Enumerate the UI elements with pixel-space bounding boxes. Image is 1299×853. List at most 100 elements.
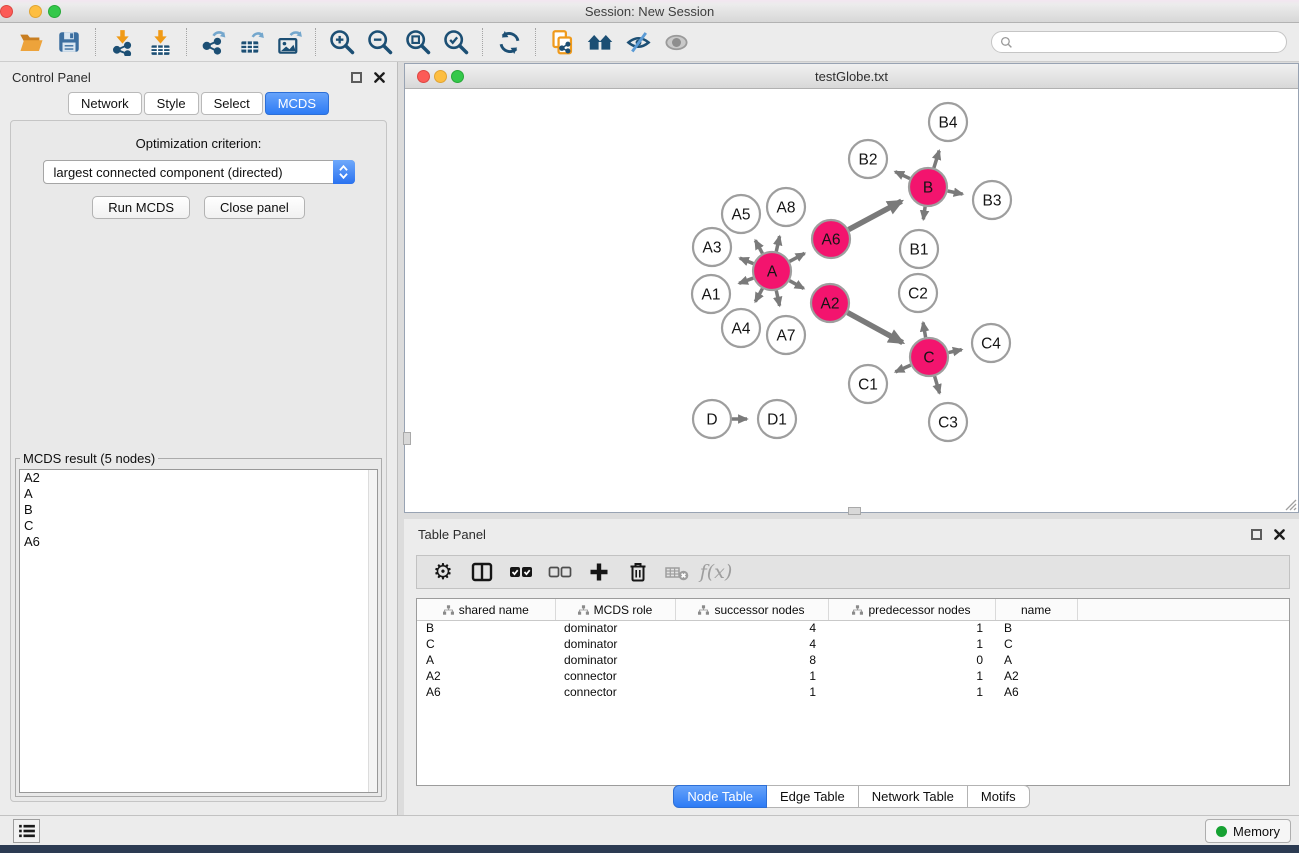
tab-network-table[interactable]: Network Table — [859, 785, 968, 808]
column-layout-button[interactable] — [464, 557, 500, 587]
refresh-layout-button[interactable] — [490, 27, 528, 57]
table-cell-shared-name[interactable]: B — [417, 620, 555, 636]
graph-edge-A-A3[interactable] — [740, 258, 754, 263]
graph-edge-A-A2[interactable] — [790, 281, 804, 289]
graph-node-A1[interactable]: A1 — [692, 275, 730, 313]
graph-edge-A-A5[interactable] — [755, 240, 762, 253]
graph-edge-B-B4[interactable] — [934, 151, 939, 168]
export-table-button[interactable] — [232, 27, 270, 57]
table-cell-mcds-role[interactable]: dominator — [555, 652, 675, 668]
close-traffic-light[interactable] — [0, 5, 13, 18]
graph-node-A4[interactable]: A4 — [722, 309, 760, 347]
graph-edge-A-A1[interactable] — [739, 278, 753, 283]
graph-edge-C-C1[interactable] — [895, 365, 910, 372]
resize-grip-icon[interactable] — [1283, 497, 1297, 511]
graph-node-B3[interactable]: B3 — [973, 181, 1011, 219]
table-cell-name[interactable]: A2 — [995, 668, 1077, 684]
import-network-button[interactable] — [103, 27, 141, 57]
column-header-name[interactable]: name — [995, 599, 1077, 620]
graph-node-A6[interactable]: A6 — [812, 220, 850, 258]
table-cell-name[interactable]: A — [995, 652, 1077, 668]
tab-motifs[interactable]: Motifs — [968, 785, 1030, 808]
graph-edge-A2-C[interactable] — [848, 313, 903, 343]
graph-node-B[interactable]: B — [909, 168, 947, 206]
graph-node-B1[interactable]: B1 — [900, 230, 938, 268]
export-network-button[interactable] — [194, 27, 232, 57]
minimize-traffic-light[interactable] — [29, 5, 42, 18]
network-graph[interactable]: B4B2BB3A8A5A6A3B1AA1C2A2A4A7C4CC1C3DD1 — [405, 90, 1298, 512]
graph-node-B4[interactable]: B4 — [929, 103, 967, 141]
graph-edge-C-C4[interactable] — [949, 350, 962, 353]
graph-node-A5[interactable]: A5 — [722, 195, 760, 233]
mcds-result-item[interactable]: A2 — [20, 470, 377, 486]
table-row[interactable]: A2connector11A2 — [417, 668, 1289, 684]
mcds-result-item[interactable]: C — [20, 518, 377, 534]
table-cell-mcds-role[interactable]: connector — [555, 668, 675, 684]
table-cell-predecessor-nodes[interactable]: 1 — [828, 620, 995, 636]
graph-node-A[interactable]: A — [753, 252, 791, 290]
run-mcds-button[interactable]: Run MCDS — [92, 196, 190, 219]
table-cell-mcds-role[interactable]: connector — [555, 684, 675, 700]
table-cell-successor-nodes[interactable]: 4 — [675, 620, 828, 636]
graph-edge-B-B1[interactable] — [923, 207, 925, 220]
splitter-handle-left[interactable] — [403, 432, 411, 445]
graph-node-C[interactable]: C — [910, 338, 948, 376]
column-header-predecessor-nodes[interactable]: predecessor nodes — [828, 599, 995, 620]
import-table-button[interactable] — [141, 27, 179, 57]
zoom-traffic-light[interactable] — [48, 5, 61, 18]
close-panel-button[interactable]: Close panel — [204, 196, 305, 219]
save-session-button[interactable] — [50, 27, 88, 57]
graph-edge-B-B2[interactable] — [895, 172, 910, 179]
table-settings-button[interactable]: ⚙ — [425, 557, 461, 587]
graph-node-A2[interactable]: A2 — [811, 284, 849, 322]
graph-node-B2[interactable]: B2 — [849, 140, 887, 178]
function-builder-button[interactable]: f(x) — [698, 557, 734, 587]
search-input[interactable] — [1018, 35, 1278, 50]
delete-columns-button[interactable] — [620, 557, 656, 587]
tab-mcds[interactable]: MCDS — [265, 92, 329, 115]
table-cell-successor-nodes[interactable]: 4 — [675, 636, 828, 652]
show-task-history-button[interactable] — [13, 819, 40, 843]
zoom-out-button[interactable] — [361, 27, 399, 57]
deselect-all-columns-button[interactable] — [542, 557, 578, 587]
mcds-result-item[interactable]: A6 — [20, 534, 377, 550]
graph-edge-A6-B[interactable] — [849, 201, 902, 229]
tab-style[interactable]: Style — [144, 92, 199, 115]
duplicate-network-button[interactable] — [543, 27, 581, 57]
graph-node-D[interactable]: D — [693, 400, 731, 438]
table-row[interactable]: A6connector11A6 — [417, 684, 1289, 700]
table-cell-shared-name[interactable]: A2 — [417, 668, 555, 684]
tab-edge-table[interactable]: Edge Table — [767, 785, 859, 808]
table-cell-predecessor-nodes[interactable]: 0 — [828, 652, 995, 668]
table-cell-shared-name[interactable]: C — [417, 636, 555, 652]
close-panel-icon[interactable] — [374, 72, 385, 83]
tab-select[interactable]: Select — [201, 92, 263, 115]
tab-node-table[interactable]: Node Table — [673, 785, 767, 808]
home-button[interactable] — [581, 27, 619, 57]
graph-edge-A-A6[interactable] — [790, 253, 805, 261]
column-header-successor-nodes[interactable]: successor nodes — [675, 599, 828, 620]
network-canvas[interactable]: B4B2BB3A8A5A6A3B1AA1C2A2A4A7C4CC1C3DD1 — [405, 90, 1298, 512]
zoom-fit-button[interactable] — [399, 27, 437, 57]
export-image-button[interactable] — [270, 27, 308, 57]
table-close-panel-icon[interactable] — [1274, 529, 1285, 540]
graph-node-A8[interactable]: A8 — [767, 188, 805, 226]
table-cell-shared-name[interactable]: A6 — [417, 684, 555, 700]
graph-edge-A-A8[interactable] — [776, 236, 779, 251]
result-scrollbar[interactable] — [368, 470, 377, 792]
zoom-selected-button[interactable] — [437, 27, 475, 57]
table-cell-successor-nodes[interactable]: 8 — [675, 652, 828, 668]
table-cell-name[interactable]: A6 — [995, 684, 1077, 700]
graph-edge-A-A4[interactable] — [755, 289, 762, 302]
table-cell-shared-name[interactable]: A — [417, 652, 555, 668]
select-all-columns-button[interactable] — [503, 557, 539, 587]
graph-node-C1[interactable]: C1 — [849, 365, 887, 403]
graph-edge-C-C3[interactable] — [935, 376, 940, 393]
network-zoom-traffic-light[interactable] — [451, 70, 464, 83]
table-row[interactable]: Adominator80A — [417, 652, 1289, 668]
zoom-in-button[interactable] — [323, 27, 361, 57]
column-header-shared-name[interactable]: shared name — [417, 599, 555, 620]
table-cell-predecessor-nodes[interactable]: 1 — [828, 684, 995, 700]
table-cell-predecessor-nodes[interactable]: 1 — [828, 668, 995, 684]
graph-edge-A-A7[interactable] — [776, 291, 779, 306]
